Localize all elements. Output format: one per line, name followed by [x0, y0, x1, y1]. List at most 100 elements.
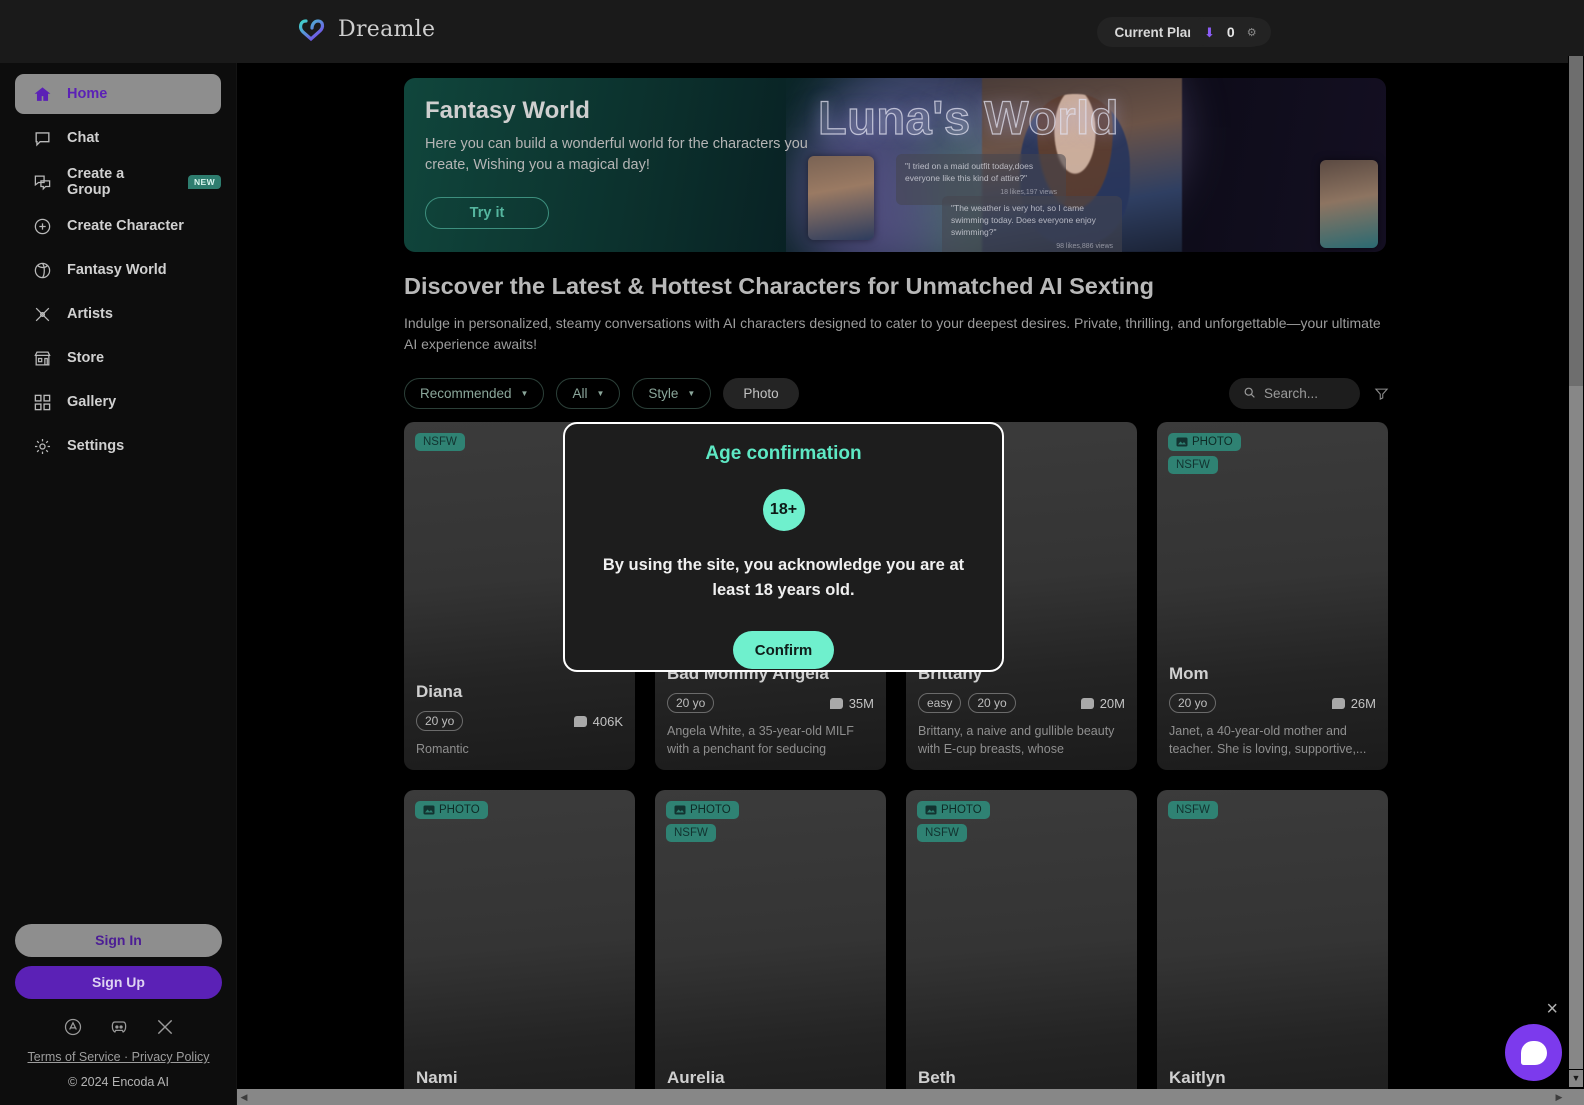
group-chat-icon — [32, 172, 53, 193]
try-it-button[interactable]: Try it — [425, 197, 549, 229]
photo-tag: PHOTO — [917, 801, 990, 819]
sign-in-button[interactable]: Sign In — [15, 924, 222, 957]
chat-bubble-icon — [1331, 697, 1345, 709]
banner-art-title: Luna's World — [817, 90, 1119, 144]
discord-icon[interactable] — [109, 1017, 129, 1037]
chip-label: All — [572, 386, 588, 401]
chat-bubble-icon — [32, 128, 53, 149]
chat-count: 26M — [1331, 696, 1376, 711]
sidebar-item-chat[interactable]: Chat — [15, 118, 221, 158]
brush-icon — [32, 304, 53, 325]
chat-bubble-icon — [1520, 1040, 1547, 1065]
photo-tag: PHOTO — [1168, 433, 1241, 451]
banner-subtitle: Here you can build a wonderful world for… — [425, 136, 808, 173]
gear-icon — [32, 436, 53, 457]
app-root: Dreamle Current Plan: BASIC ⬇ 0 ⚙ Home — [0, 0, 1584, 1105]
character-description: Romantic — [416, 742, 469, 756]
character-card[interactable]: PHOTO NSFW Mom 20 yo 26M Janet, a 40-yea… — [1157, 422, 1388, 770]
token-balance-pill[interactable]: ⬇ 0 ⚙ — [1190, 18, 1271, 46]
character-card[interactable]: NSFW Kaitlyn medium 20 yo 3M — [1157, 790, 1388, 1105]
search-input[interactable] — [1264, 386, 1346, 401]
character-card[interactable]: PHOTO Nami 20 yo 17M — [404, 790, 635, 1105]
character-description: Brittany, a naive and gullible beauty wi… — [918, 724, 1115, 756]
legal-links[interactable]: Terms of Service · Privacy Policy — [0, 1050, 237, 1064]
nsfw-tag: NSFW — [666, 824, 716, 842]
filter-chip-photo[interactable]: Photo — [723, 378, 799, 409]
character-name: Diana — [416, 682, 463, 701]
search-box[interactable] — [1229, 378, 1360, 409]
filter-bar: Recommended ▼ All ▼ Style ▼ Photo — [404, 378, 1389, 409]
banner-quote-2: "The weather is very hot, so I came swim… — [942, 196, 1122, 252]
card-tags: PHOTO NSFW — [666, 801, 739, 847]
close-icon[interactable]: × — [1546, 999, 1558, 1019]
brand-logo[interactable]: Dreamle — [297, 16, 435, 42]
store-icon — [32, 348, 53, 369]
scroll-down-arrow-icon[interactable]: ▼ — [1569, 1070, 1583, 1087]
scroll-left-arrow-icon[interactable]: ◀ — [237, 1089, 251, 1105]
vertical-scrollbar-track[interactable] — [1569, 386, 1583, 1069]
filter-chip-all[interactable]: All ▼ — [556, 378, 621, 409]
character-description: Angela White, a 35-year-old MILF with a … — [667, 724, 854, 756]
sidebar-item-store[interactable]: Store — [15, 338, 221, 378]
photo-icon — [925, 805, 937, 815]
sidebar-item-home[interactable]: Home — [15, 74, 221, 114]
filter-funnel-icon[interactable] — [1374, 386, 1389, 401]
sidebar-item-label: Chat — [67, 130, 100, 146]
quote-meta: 98 likes,886 views — [1056, 243, 1113, 250]
filter-chip-style[interactable]: Style ▼ — [632, 378, 712, 409]
sidebar-item-create-a-group[interactable]: Create a Group NEW — [15, 162, 221, 202]
filter-chip-recommended[interactable]: Recommended ▼ — [404, 378, 545, 409]
scroll-right-arrow-icon[interactable]: ▶ — [1552, 1089, 1566, 1105]
page-title: Discover the Latest & Hottest Characters… — [404, 273, 1155, 299]
character-card[interactable]: PHOTO NSFW Beth hard 20 yo 31M — [906, 790, 1137, 1105]
chat-count-value: 35M — [848, 695, 874, 711]
banner-thumbnail-1 — [808, 156, 874, 240]
chat-support-fab[interactable] — [1505, 1024, 1562, 1081]
heart-infinity-logo-icon — [297, 16, 329, 42]
chat-bubble-icon — [573, 715, 587, 727]
confirm-button[interactable]: Confirm — [733, 631, 834, 669]
sidebar-nav: Home Chat Create a Group NEW Create Char… — [0, 63, 236, 466]
age-pill: 20 yo — [416, 711, 464, 731]
modal-body-text: By using the site, you acknowledge you a… — [602, 556, 965, 599]
vertical-scrollbar[interactable]: ▼ — [1568, 56, 1584, 1087]
photo-tag-label: PHOTO — [1192, 436, 1233, 448]
card-tags: PHOTO — [415, 801, 488, 824]
chevron-down-icon: ▼ — [596, 389, 605, 398]
photo-tag-label: PHOTO — [690, 804, 731, 816]
character-card[interactable]: PHOTO NSFW Aurelia medium 20 yo 16M — [655, 790, 886, 1105]
vertical-scrollbar-thumb[interactable] — [1569, 56, 1583, 386]
chat-count: 406K — [573, 713, 623, 729]
sidebar-item-label: Store — [67, 350, 105, 366]
lightning-token-icon: ⬇ — [1204, 24, 1215, 40]
sign-up-button[interactable]: Sign Up — [15, 966, 222, 999]
fantasy-world-banner[interactable]: Luna's World "I tried on a maid outfit t… — [404, 78, 1386, 252]
character-name: Aurelia — [667, 1068, 725, 1087]
modal-title: Age confirmation — [705, 443, 862, 464]
gear-icon[interactable]: ⚙ — [1247, 26, 1257, 39]
photo-icon — [674, 805, 686, 815]
sidebar-item-artists[interactable]: Artists — [15, 294, 221, 334]
card-tags: PHOTO NSFW — [1168, 433, 1241, 479]
plan-label: Current Plan: — [1114, 24, 1200, 40]
sidebar-item-fantasy-world[interactable]: Fantasy World — [15, 250, 221, 290]
sidebar-item-label: Fantasy World — [67, 262, 167, 278]
photo-tag: PHOTO — [666, 801, 739, 819]
nsfw-tag: NSFW — [1168, 801, 1218, 819]
age-badge-18plus: 18+ — [762, 489, 805, 531]
chat-count: 35M — [829, 695, 874, 711]
age-pill: 20 yo — [667, 693, 715, 713]
x-twitter-icon[interactable] — [155, 1017, 175, 1037]
chat-count-value: 406K — [592, 713, 623, 729]
sidebar-item-label: Settings — [67, 438, 125, 454]
plus-circle-icon — [32, 216, 53, 237]
sidebar-item-settings[interactable]: Settings — [15, 426, 221, 466]
chat-bubble-icon — [829, 697, 843, 709]
chat-count: 20M — [1080, 696, 1125, 711]
reddit-icon[interactable] — [63, 1017, 83, 1037]
horizontal-scrollbar[interactable]: ◀ ▶ — [237, 1089, 1584, 1105]
chat-bubble-icon — [1080, 697, 1094, 709]
brand-name: Dreamle — [338, 16, 436, 42]
sidebar-item-create-character[interactable]: Create Character — [15, 206, 221, 246]
sidebar-item-gallery[interactable]: Gallery — [15, 382, 221, 422]
